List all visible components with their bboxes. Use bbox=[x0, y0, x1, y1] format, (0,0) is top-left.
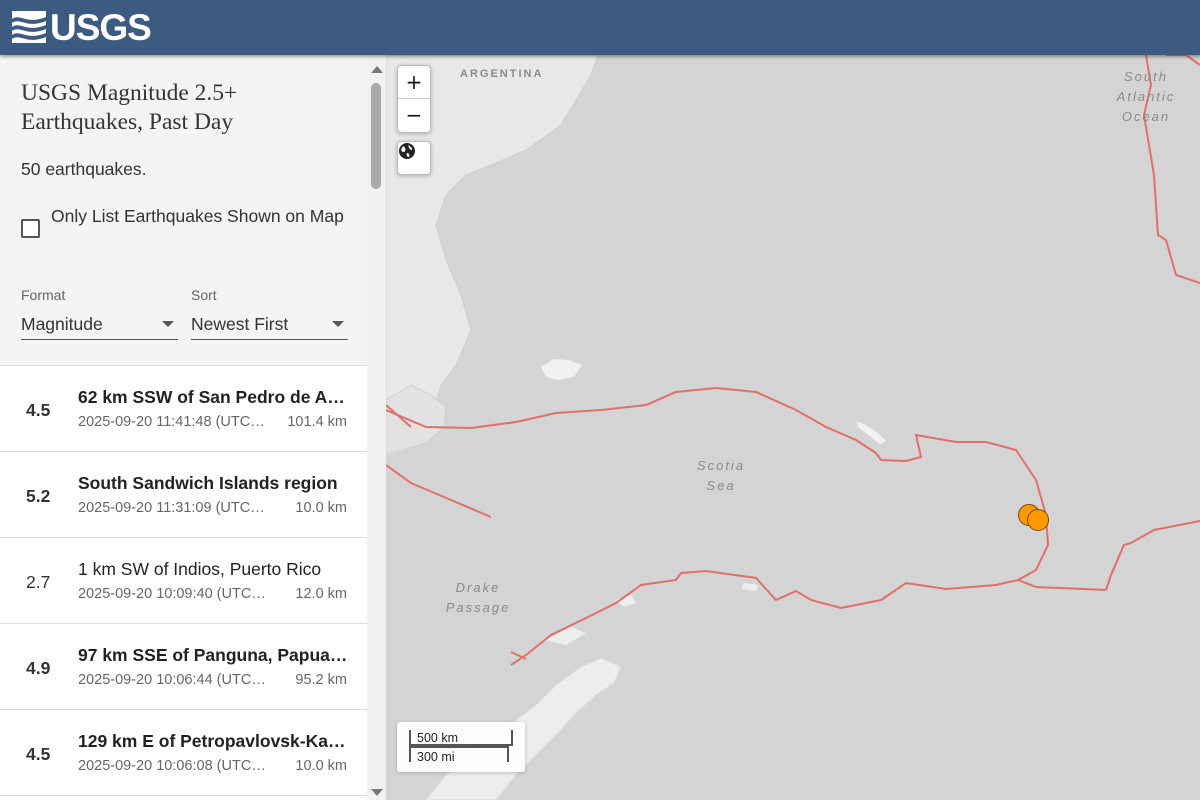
earthquake-row[interactable]: 5.2 South Sandwich Islands region 2025-0… bbox=[0, 452, 367, 538]
earthquake-row[interactable]: 4.5 62 km SSW of San Pedro de Atacama, C… bbox=[0, 366, 367, 452]
earthquake-count: 50 earthquakes. bbox=[21, 159, 147, 179]
format-value: Magnitude bbox=[21, 313, 103, 334]
time: 2025-09-20 11:41:48 (UTC-03:00) bbox=[78, 414, 268, 430]
place: 129 km E of Petropavlovsk-Kamchatsky, Ru… bbox=[78, 731, 350, 751]
sort-value: Newest First bbox=[191, 313, 289, 334]
map-label-south-atlantic: South Atlantic Ocean bbox=[1086, 67, 1200, 127]
place: 62 km SSW of San Pedro de Atacama, Chile bbox=[78, 387, 350, 407]
feed-title: USGS Magnitude 2.5+ Earthquakes, Past Da… bbox=[21, 80, 238, 135]
magnitude: 4.9 bbox=[26, 658, 51, 678]
scale-mi-label: 300 mi bbox=[417, 750, 455, 764]
magnitude: 4.5 bbox=[26, 400, 51, 420]
format-caption: Format bbox=[21, 287, 66, 303]
time: 2025-09-20 10:06:44 (UTC-03:00) bbox=[78, 672, 268, 688]
list-scrollbar[interactable] bbox=[367, 55, 386, 800]
scroll-thumb[interactable] bbox=[371, 83, 381, 189]
map-label-line: Ocean bbox=[1121, 109, 1171, 124]
depth: 10.0 km bbox=[295, 758, 347, 774]
scroll-up-icon[interactable] bbox=[371, 66, 383, 73]
map[interactable]: ARGENTINA South Atlantic Ocean Scotia Se… bbox=[386, 55, 1200, 800]
depth: 10.0 km bbox=[295, 500, 347, 516]
magnitude: 2.7 bbox=[26, 572, 51, 592]
map-label-argentina: ARGENTINA bbox=[460, 68, 544, 80]
header: USGS bbox=[0, 0, 1200, 55]
map-label-line: Drake bbox=[455, 580, 501, 595]
settings-panel: USGS Magnitude 2.5+ Earthquakes, Past Da… bbox=[0, 55, 367, 366]
time: 2025-09-20 10:09:40 (UTC-03:00) bbox=[78, 586, 268, 602]
map-label-line: Sea bbox=[706, 478, 736, 493]
map-canvas bbox=[386, 55, 1200, 800]
sort-select[interactable]: Newest First bbox=[191, 309, 348, 340]
sort-select-group: Sort Newest First bbox=[191, 287, 348, 340]
only-list-label: Only List Earthquakes Shown on Map bbox=[51, 206, 344, 226]
place: South Sandwich Islands region bbox=[78, 473, 338, 493]
zoom-out-button[interactable]: − bbox=[398, 99, 430, 131]
time: 2025-09-20 10:06:08 (UTC-03:00) bbox=[78, 758, 268, 774]
only-list-checkbox[interactable] bbox=[21, 219, 40, 238]
usgs-wave-icon bbox=[12, 11, 46, 43]
magnitude: 4.5 bbox=[26, 744, 51, 764]
map-label-line: South bbox=[1124, 69, 1168, 84]
usgs-logo[interactable]: USGS bbox=[12, 6, 152, 48]
place: 97 km SSE of Panguna, Papua New Guinea bbox=[78, 645, 350, 665]
scroll-down-icon[interactable] bbox=[371, 789, 383, 796]
format-select-group: Format Magnitude bbox=[21, 287, 178, 340]
zoom-in-button[interactable]: + bbox=[398, 66, 430, 99]
time: 2025-09-20 11:31:09 (UTC-03:00) bbox=[78, 500, 268, 516]
depth: 12.0 km bbox=[295, 586, 347, 602]
zoom-control: + − bbox=[397, 65, 431, 133]
chevron-down-icon bbox=[162, 321, 174, 327]
only-list-shown-toggle[interactable]: Only List Earthquakes Shown on Map bbox=[21, 202, 351, 238]
map-label-drake-passage: Drake Passage bbox=[438, 578, 518, 618]
sort-caption: Sort bbox=[191, 287, 217, 303]
map-label-line: Passage bbox=[445, 600, 511, 615]
depth: 95.2 km bbox=[295, 672, 347, 688]
earthquake-row[interactable]: 4.5 129 km E of Petropavlovsk-Kamchatsky… bbox=[0, 710, 367, 796]
map-label-line: Scotia bbox=[696, 458, 746, 473]
map-label-line: Atlantic bbox=[1116, 89, 1176, 104]
earthquake-marker[interactable] bbox=[1027, 509, 1049, 531]
map-scale: 500 km 300 mi bbox=[397, 722, 525, 772]
magnitude: 5.2 bbox=[26, 486, 51, 506]
globe-button[interactable] bbox=[397, 141, 431, 175]
place: 1 km SW of Indios, Puerto Rico bbox=[78, 559, 322, 579]
format-select[interactable]: Magnitude bbox=[21, 309, 178, 340]
earthquake-row[interactable]: 2.7 1 km SW of Indios, Puerto Rico 2025-… bbox=[0, 538, 367, 624]
logo-text: USGS bbox=[50, 6, 152, 48]
earthquake-list: 4.5 62 km SSW of San Pedro de Atacama, C… bbox=[0, 366, 367, 796]
chevron-down-icon bbox=[332, 321, 344, 327]
earthquake-row[interactable]: 4.9 97 km SSE of Panguna, Papua New Guin… bbox=[0, 624, 367, 710]
map-label-scotia-sea: Scotia Sea bbox=[676, 456, 766, 496]
sidebar: USGS Magnitude 2.5+ Earthquakes, Past Da… bbox=[0, 55, 387, 800]
depth: 101.4 km bbox=[287, 414, 347, 430]
scale-km-label: 500 km bbox=[417, 731, 458, 745]
globe-icon bbox=[399, 143, 415, 159]
